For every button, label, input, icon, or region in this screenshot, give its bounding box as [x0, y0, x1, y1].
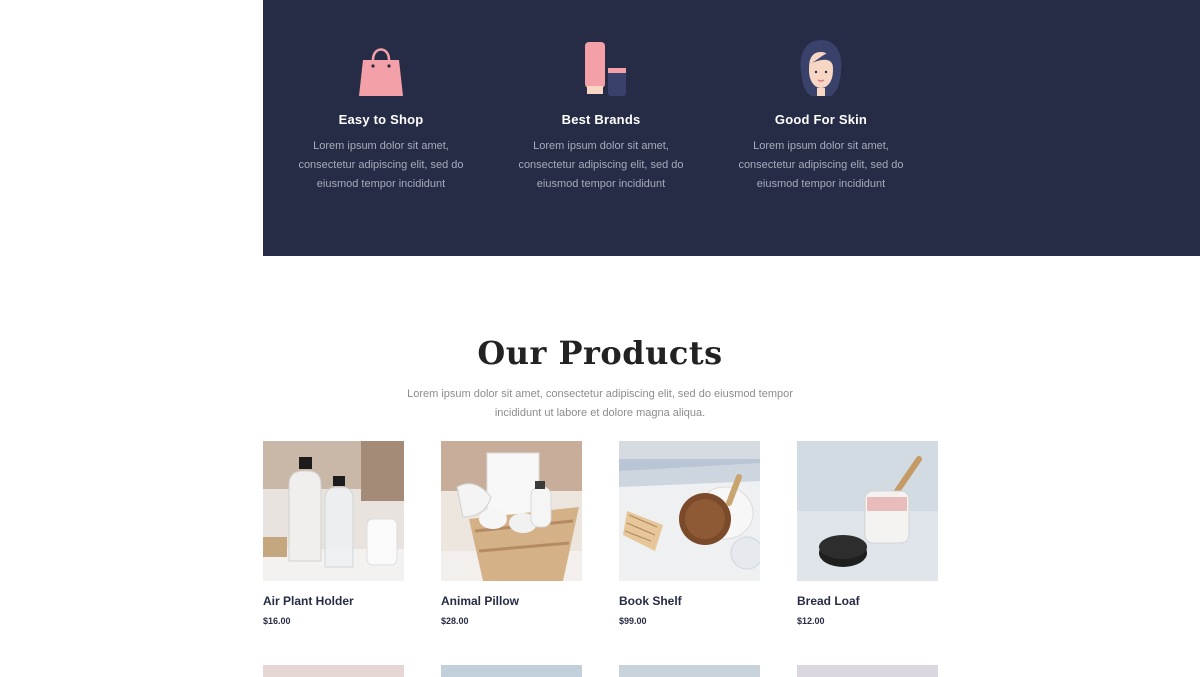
feature-description: Lorem ipsum dolor sit amet, consectetur …	[518, 140, 684, 190]
product-name[interactable]: Book Shelf	[619, 594, 760, 608]
product-image[interactable]	[797, 665, 938, 677]
product-name[interactable]: Animal Pillow	[441, 594, 582, 608]
product-card[interactable]: Animal Pillow $28.00	[441, 441, 582, 626]
feature-description: Lorem ipsum dolor sit amet, consectetur …	[298, 140, 464, 190]
product-image[interactable]	[619, 441, 760, 581]
product-name[interactable]: Bread Loaf	[797, 594, 938, 608]
product-image[interactable]	[619, 665, 760, 677]
product-card[interactable]: Bread Loaf $12.00	[797, 441, 938, 626]
product-price: $99.00	[619, 616, 647, 626]
product-price: $28.00	[441, 616, 469, 626]
feature-description: Lorem ipsum dolor sit amet, consectetur …	[738, 140, 904, 190]
feature-best-brands: Best Brands Lorem ipsum dolor sit amet, …	[491, 36, 711, 194]
product-image[interactable]	[263, 441, 404, 581]
feature-title: Good For Skin	[774, 112, 868, 127]
feature-title: Best Brands	[561, 112, 641, 127]
product-price: $12.00	[797, 616, 825, 626]
woman-face-icon	[800, 40, 842, 96]
product-image[interactable]	[797, 441, 938, 581]
section-title: Our Products	[477, 334, 723, 372]
product-card[interactable]: Book Shelf $99.00	[619, 441, 760, 626]
product-image[interactable]	[263, 665, 404, 677]
feature-title: Easy to Shop	[338, 112, 424, 127]
shopping-bag-icon	[359, 48, 403, 96]
feature-easy-to-shop: Easy to Shop Lorem ipsum dolor sit amet,…	[271, 36, 491, 194]
product-image[interactable]	[441, 441, 582, 581]
feature-good-for-skin: Good For Skin Lorem ipsum dolor sit amet…	[711, 36, 931, 194]
section-description: Lorem ipsum dolor sit amet, consectetur …	[407, 388, 793, 419]
product-price: $16.00	[263, 616, 291, 626]
product-name[interactable]: Air Plant Holder	[263, 594, 404, 608]
product-card[interactable]: Air Plant Holder $16.00	[263, 441, 404, 626]
features-band: Easy to Shop Lorem ipsum dolor sit amet,…	[263, 0, 1200, 256]
cosmetics-icon	[585, 42, 626, 96]
product-image[interactable]	[441, 665, 582, 677]
